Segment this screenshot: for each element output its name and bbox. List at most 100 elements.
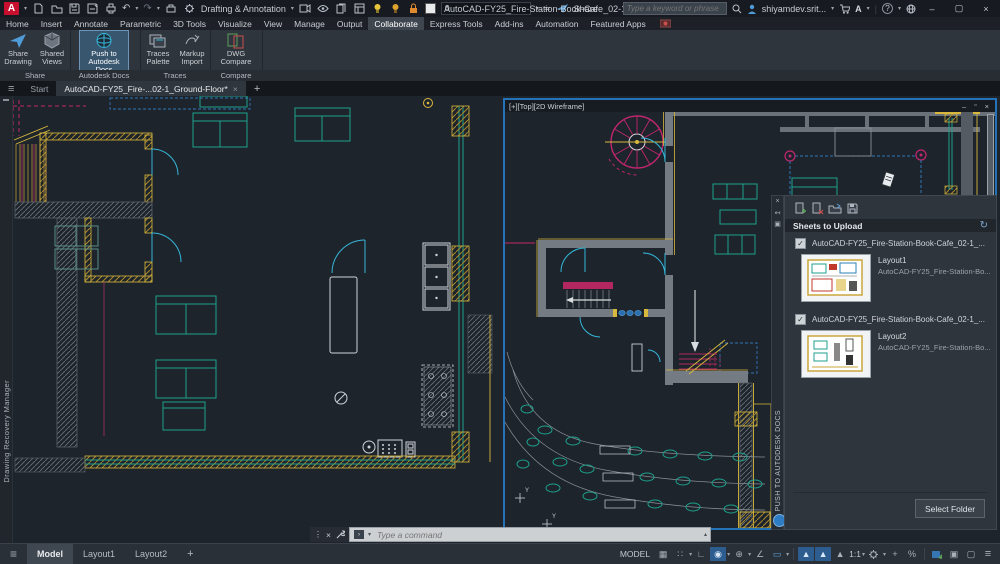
command-close-icon[interactable]: × <box>326 530 331 540</box>
autoscale-icon[interactable]: ▲ <box>815 547 831 561</box>
user-icon[interactable] <box>747 4 757 14</box>
drawing-recovery-manager-tab[interactable]: Drawing Recovery Manager <box>0 96 13 543</box>
ribbon-tab-automation[interactable]: Automation <box>529 17 584 30</box>
annotation-visibility-icon[interactable]: ▲ <box>798 547 814 561</box>
record-macro-icon[interactable] <box>660 17 671 30</box>
lock-icon[interactable] <box>407 3 420 15</box>
panel-label-autodesk-docs[interactable]: Autodesk Docs <box>72 70 136 81</box>
layout-tabs-menu-icon[interactable]: ≡ <box>0 544 27 564</box>
isodraft-caret-icon[interactable]: ▾ <box>786 551 789 558</box>
crosshair-icon[interactable]: + <box>887 547 903 561</box>
customization-menu-icon[interactable]: ≡ <box>980 547 996 561</box>
customize-wrench-icon[interactable] <box>335 530 345 540</box>
isolate-objects-icon[interactable]: % <box>904 547 920 561</box>
sheet-row[interactable]: ✓ AutoCAD-FY25_Fire-Station-Book-Cafe_02… <box>785 232 996 251</box>
snap-mode-icon[interactable]: ∷ <box>672 547 688 561</box>
panel-label-traces[interactable]: Traces <box>142 70 208 81</box>
layout2-thumbnail[interactable] <box>801 330 871 378</box>
sheet-set-icon[interactable] <box>335 3 348 15</box>
ortho-mode-icon[interactable]: ∟ <box>693 547 709 561</box>
layout1-tab[interactable]: Layout1 <box>73 544 125 564</box>
file-tab-active[interactable]: AutoCAD-FY25_Fire-...02-1_Ground-Floor* … <box>56 81 245 96</box>
open-folder-icon[interactable] <box>50 3 63 15</box>
osnap-tracking-icon[interactable]: ⊕ <box>731 547 747 561</box>
new-drawing-tab-icon[interactable]: + <box>246 81 268 96</box>
traces-palette-button[interactable]: Traces Palette <box>142 31 174 67</box>
select-folder-icon[interactable] <box>828 202 842 215</box>
snap-caret-icon[interactable]: ▾ <box>689 551 692 558</box>
scale-caret-icon[interactable]: ▾ <box>862 551 865 558</box>
eye-icon[interactable] <box>317 3 330 15</box>
gear-caret-icon[interactable]: ▾ <box>883 551 886 558</box>
add-sheet-icon[interactable] <box>794 202 807 215</box>
new-file-icon[interactable] <box>32 3 45 15</box>
model-tab[interactable]: Model <box>27 544 73 564</box>
sheet-entry[interactable]: Layout1 AutoCAD-FY25_Fire-Station-Bo... <box>785 251 996 304</box>
user-caret-icon[interactable]: ▾ <box>831 5 834 12</box>
bulb-on-icon[interactable] <box>371 3 384 15</box>
save-icon[interactable] <box>68 3 81 15</box>
copy-layers-icon[interactable]: ▣ <box>946 547 962 561</box>
dwg-compare-button[interactable]: DWG Compare <box>219 31 253 67</box>
ribbon-tab-visualize[interactable]: Visualize <box>212 17 258 30</box>
ribbon-tab-collaborate[interactable]: Collaborate <box>368 17 423 30</box>
ribbon-tab-annotate[interactable]: Annotate <box>68 17 114 30</box>
close-button[interactable]: × <box>975 1 997 16</box>
sheet-checkbox[interactable]: ✓ <box>795 314 806 325</box>
viewport-restore-icon[interactable]: ▫ <box>974 102 976 111</box>
maximize-button[interactable]: ▢ <box>948 1 970 16</box>
ribbon-tab-express-tools[interactable]: Express Tools <box>424 17 489 30</box>
minimize-button[interactable]: – <box>921 1 943 16</box>
space-indicator[interactable]: MODEL <box>620 549 654 559</box>
ribbon-tab-featured-apps[interactable]: Featured Apps <box>584 17 651 30</box>
palette-vertical-title[interactable]: PUSH TO AUTODESK DOCS <box>775 410 782 511</box>
panel-label-share[interactable]: Share <box>2 70 68 81</box>
grip-dots-icon[interactable]: ⋮ <box>314 530 322 539</box>
ribbon-tab-parametric[interactable]: Parametric <box>114 17 167 30</box>
new-layout-icon[interactable]: + <box>177 544 203 564</box>
file-tabs-menu-icon[interactable]: ≡ <box>0 81 22 96</box>
search-icon[interactable] <box>732 4 742 14</box>
properties-icon[interactable] <box>353 3 366 15</box>
save-list-icon[interactable] <box>846 202 859 215</box>
signed-in-user[interactable]: shiyamdev.srit... <box>762 4 826 14</box>
workspace-gear-icon[interactable] <box>183 3 196 15</box>
save-as-icon[interactable] <box>86 3 99 15</box>
command-input-field[interactable]: › ▾ ▴ <box>349 527 711 542</box>
autodesk-caret-icon[interactable]: ▾ <box>867 5 870 12</box>
share-view-icon[interactable] <box>299 3 312 15</box>
grid-display-icon[interactable]: ▦ <box>655 547 671 561</box>
autodesk-logo-icon[interactable]: A <box>855 4 862 14</box>
undo-icon[interactable]: ↶ <box>122 3 130 14</box>
palette-autohide-icon[interactable]: ↤ <box>775 209 781 218</box>
graphics-performance-icon[interactable] <box>929 547 945 561</box>
ribbon-tab-output[interactable]: Output <box>331 17 369 30</box>
help-icon[interactable]: ? <box>882 3 893 14</box>
shared-views-button[interactable]: Shared Views <box>36 31 68 67</box>
redo-caret-icon[interactable]: ▾ <box>157 5 160 12</box>
help-caret-icon[interactable]: ▾ <box>898 5 901 12</box>
plot-icon[interactable] <box>104 3 117 15</box>
annotation-scale-icon[interactable]: ▲ <box>832 547 848 561</box>
redo-icon[interactable]: ↷ <box>143 3 151 14</box>
sheet-entry[interactable]: Layout2 AutoCAD-FY25_Fire-Station-Bo... <box>785 327 996 380</box>
workspace-switch-gear-icon[interactable] <box>866 547 882 561</box>
viewport-close-icon[interactable]: × <box>985 102 989 111</box>
refresh-icon[interactable]: ↻ <box>980 220 988 231</box>
ribbon-tab-home[interactable]: Home <box>0 17 35 30</box>
command-caret-icon[interactable]: ▾ <box>368 531 371 538</box>
layout1-thumbnail[interactable] <box>801 254 871 302</box>
recent-commands-icon[interactable]: › <box>354 530 364 539</box>
undo-caret-icon[interactable]: ▾ <box>135 5 138 12</box>
viewport-minimize-icon[interactable]: – <box>962 102 966 111</box>
share-drawing-button[interactable]: Share Drawing <box>2 31 34 67</box>
file-tab-close-icon[interactable]: × <box>233 84 238 94</box>
isodraft-icon[interactable]: ▭ <box>769 547 785 561</box>
globe-icon[interactable] <box>906 4 916 14</box>
select-folder-button[interactable]: Select Folder <box>915 499 985 518</box>
bulb-off-icon[interactable] <box>389 3 402 15</box>
polar-caret-icon[interactable]: ▾ <box>727 551 730 558</box>
command-input[interactable] <box>375 529 659 541</box>
ribbon-tab-view[interactable]: View <box>258 17 288 30</box>
autocad-app-menu[interactable]: A <box>4 2 19 15</box>
